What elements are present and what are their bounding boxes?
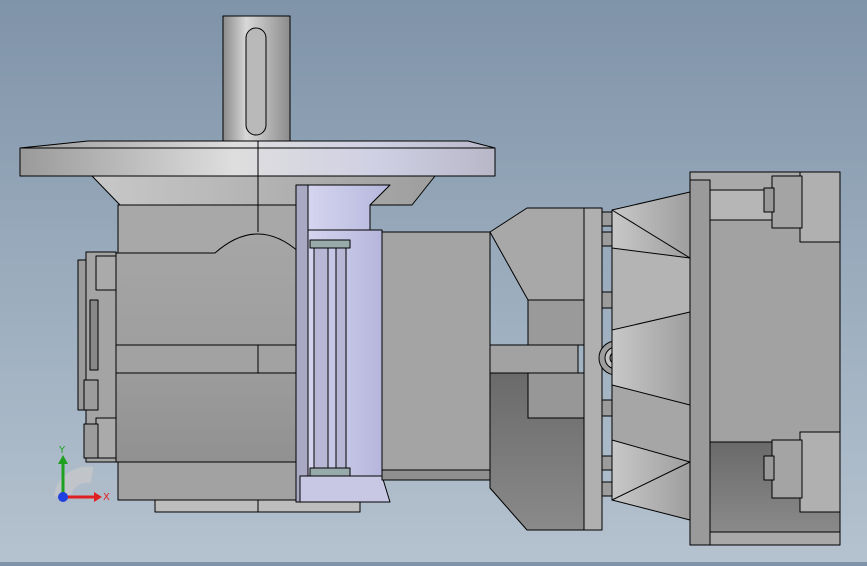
motor-bolt-bottom: [771, 439, 803, 499]
x-axis-label: X: [103, 492, 110, 503]
left-cover: [77, 251, 117, 463]
shaft-keyway: [245, 27, 267, 136]
motor-adapter: [611, 191, 691, 521]
cad-viewport[interactable]: Y X: [0, 0, 867, 562]
mounting-flange: [19, 140, 496, 206]
left-bolt-bottom: [95, 417, 117, 459]
y-axis-label: Y: [58, 445, 66, 456]
motor-housing: [689, 171, 841, 546]
output-shaft: [222, 15, 291, 142]
motor-bolt-top: [771, 175, 803, 229]
gearbox-model[interactable]: Y X: [0, 0, 867, 562]
left-bolt-top: [95, 255, 117, 291]
intermediate-section: [295, 184, 391, 503]
z-axis-icon: [58, 492, 68, 502]
